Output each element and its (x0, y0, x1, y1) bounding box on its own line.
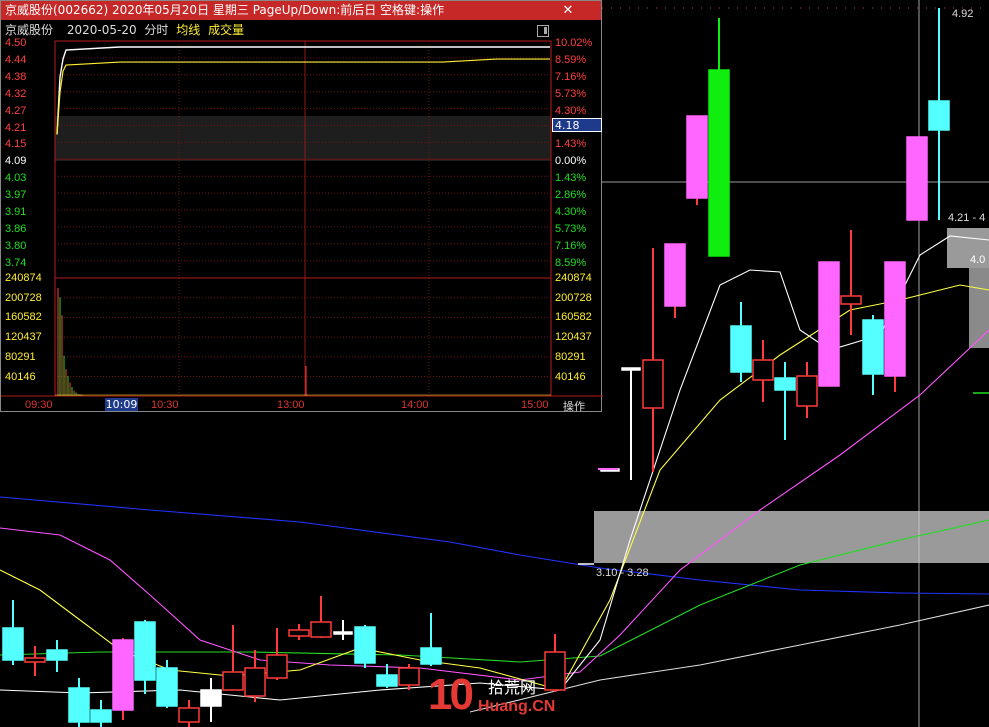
price-tick-label: 4.38 (5, 70, 27, 83)
price-tick-label: 4.27 (5, 104, 27, 117)
price-tick-label: 3.86 (5, 222, 27, 235)
candlestick (288, 629, 310, 637)
candlestick (840, 295, 862, 305)
candlestick (420, 647, 442, 665)
percent-tick-label: 7.16% (555, 239, 587, 252)
candlestick (708, 69, 730, 257)
candlestick (862, 319, 884, 375)
volume-tick-label: 40146 (555, 370, 586, 383)
percent-tick-label: 2.86% (555, 189, 587, 202)
resistance-zone-lower (969, 268, 989, 348)
candlestick (752, 359, 774, 381)
percent-tick-label: 5.73% (555, 87, 587, 100)
candlestick (730, 325, 752, 373)
candlestick (774, 377, 796, 391)
candlestick (884, 261, 906, 377)
volume-tick-label: 160582 (555, 311, 592, 324)
intraday-popup-window[interactable]: 京威股份(002662) 2020年05月20日 星期三 PageUp/Down… (0, 0, 603, 414)
crosshair-price-label: 4.18 (552, 118, 602, 132)
percent-tick-label: 10.02% (555, 37, 593, 49)
candlestick (686, 115, 708, 199)
zone-upper-small-label: 4.0 (970, 254, 986, 266)
candlestick (354, 626, 376, 664)
candlestick (376, 674, 398, 687)
percent-tick-label: 8.59% (555, 256, 587, 269)
price-tick-label: 3.97 (5, 189, 27, 202)
time-tick-label: 15:00 (521, 399, 549, 411)
candlestick (134, 621, 156, 681)
volume-tick-label: 120437 (5, 331, 42, 344)
percent-tick-label: 4.30% (555, 104, 587, 117)
time-tick-label: 09:30 (25, 399, 53, 411)
percent-tick-label: 0.00% (555, 155, 587, 168)
candlestick (2, 627, 24, 661)
candlestick (46, 649, 68, 661)
candlestick (796, 375, 818, 407)
candlestick (664, 243, 686, 307)
candlestick (90, 709, 112, 723)
candlestick (68, 687, 90, 723)
volume-tick-label: 240874 (555, 272, 592, 284)
candlestick (642, 359, 664, 409)
candlestick (156, 667, 178, 707)
candlestick (621, 367, 641, 371)
price-tick-label: 4.09 (5, 155, 27, 168)
crosshair-time-label: 10:09 (105, 398, 138, 411)
intraday-chart[interactable] (1, 1, 603, 413)
watermark-logo: 10 拾荒网 Huang.CN (428, 670, 556, 719)
time-tick-label: 14:00 (401, 399, 429, 411)
candlestick (112, 639, 134, 711)
volume-tick-label: 40146 (5, 370, 36, 383)
candlestick (222, 671, 244, 691)
candlestick (178, 707, 200, 723)
candlestick (200, 689, 222, 707)
percent-tick-label: 7.16% (555, 70, 587, 83)
percent-tick-label: 1.43% (555, 138, 587, 151)
price-tick-label: 4.21 (5, 121, 27, 134)
price-tick-label: 4.03 (5, 172, 27, 185)
candlestick (310, 621, 332, 638)
volume-tick-label: 200728 (5, 291, 42, 304)
percent-tick-label: 5.73% (555, 222, 587, 235)
volume-tick-label: 160582 (5, 311, 42, 324)
percent-tick-label: 8.59% (555, 53, 587, 66)
zone-lower-label: 3.10 - 3.28 (596, 567, 649, 579)
volume-tick-label: 200728 (555, 291, 592, 304)
percent-tick-label: 4.30% (555, 206, 587, 218)
volume-tick-label: 240874 (5, 272, 42, 284)
operate-button[interactable]: 操作 (563, 398, 585, 414)
candlestick (928, 100, 950, 131)
price-tick-label: 3.74 (5, 256, 27, 269)
volume-tick-label: 120437 (555, 331, 592, 344)
price-tick-label: 3.91 (5, 206, 27, 218)
candlestick (818, 261, 840, 387)
candlestick (24, 657, 46, 663)
percent-tick-label: 1.43% (555, 172, 587, 185)
candlestick (266, 654, 288, 679)
price-tick-label: 4.32 (5, 87, 27, 100)
price-tick-label: 3.80 (5, 239, 27, 252)
time-tick-label: 10:30 (151, 399, 179, 411)
volume-tick-label: 80291 (555, 350, 586, 363)
candlestick (398, 667, 420, 686)
candlestick (244, 667, 266, 697)
price-tick-label: 4.44 (5, 53, 27, 66)
candlestick (906, 136, 928, 221)
chart-shade (55, 116, 551, 161)
candlestick (333, 631, 353, 635)
zone-upper-label: 4.21 - 4 (948, 212, 986, 224)
price-tick-label: 4.50 (5, 37, 27, 49)
volume-tick-label: 80291 (5, 350, 36, 363)
kline-high-label: 4.92 (952, 8, 974, 20)
volume-grid-frame (54, 277, 552, 397)
support-zone (594, 511, 989, 563)
price-tick-label: 4.15 (5, 138, 27, 151)
time-tick-label: 13:00 (277, 399, 305, 411)
